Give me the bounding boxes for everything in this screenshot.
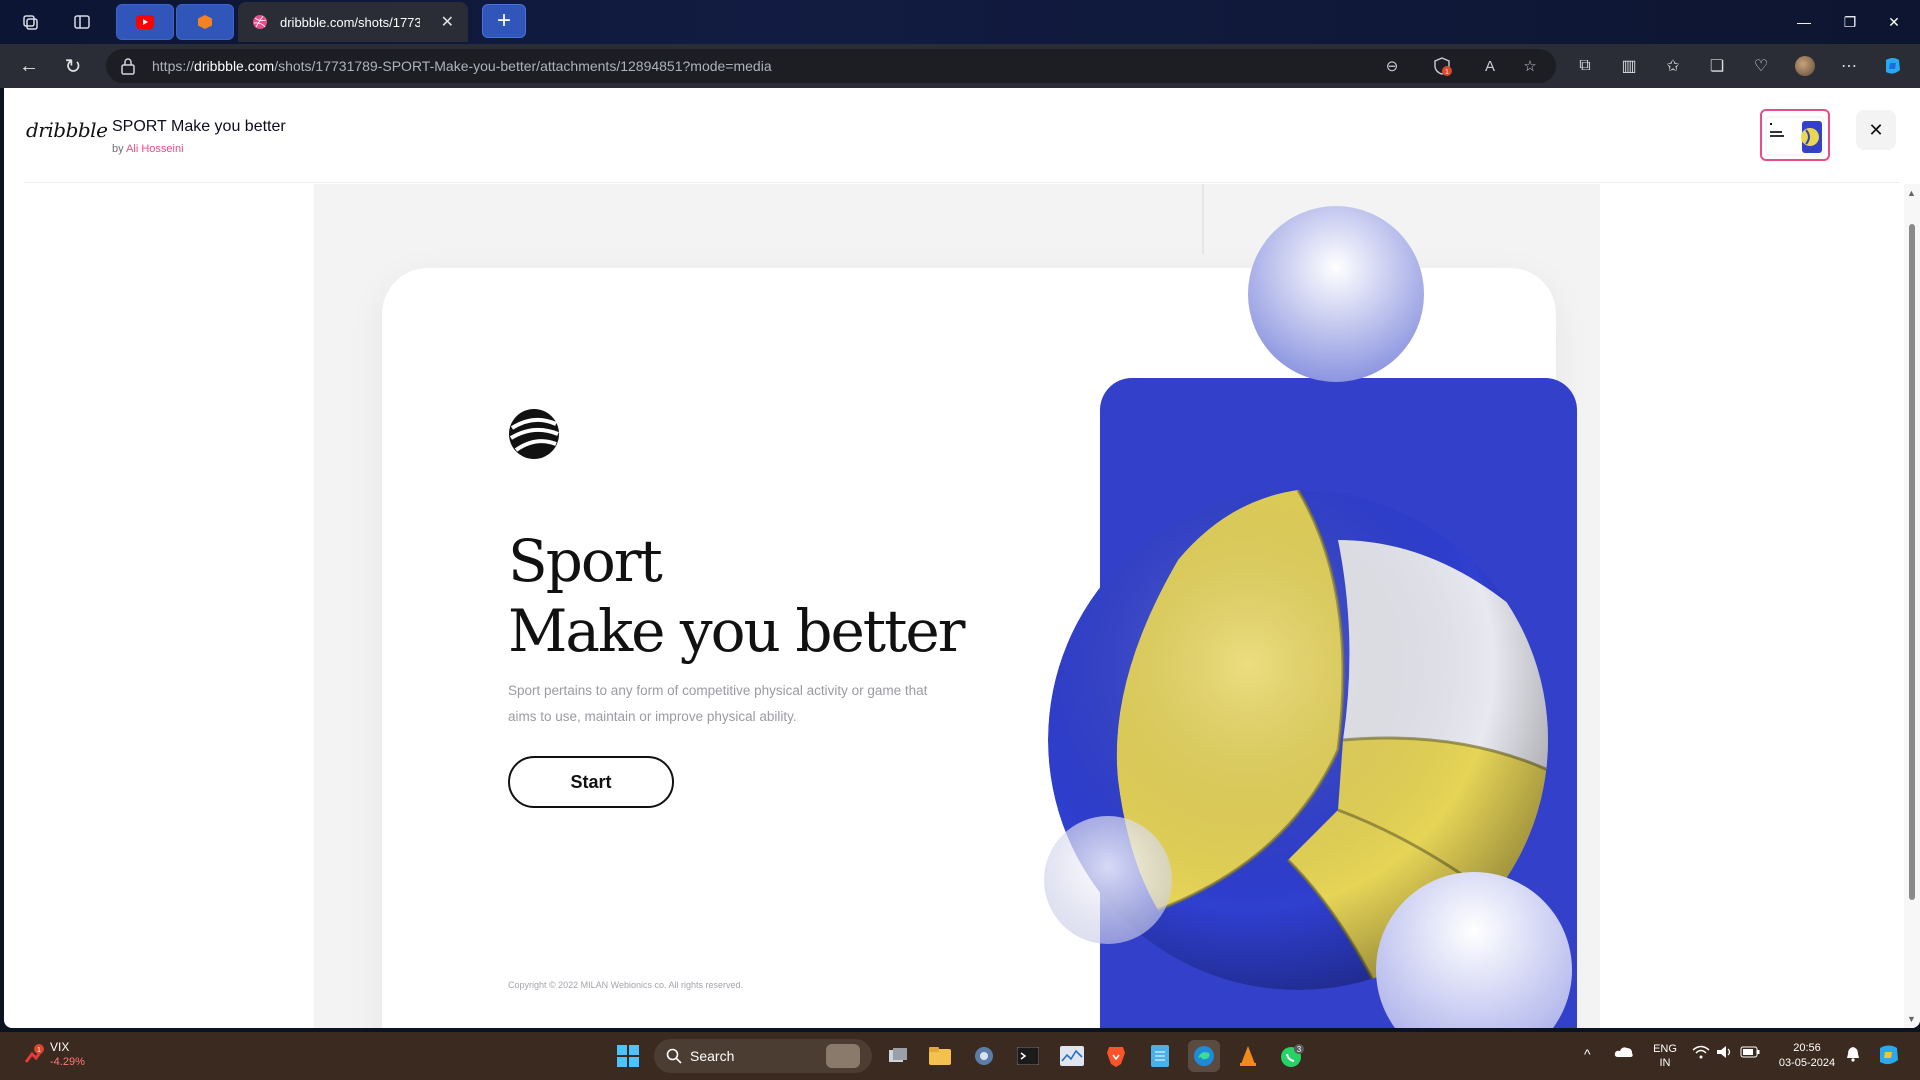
copilot-taskbar-icon[interactable] bbox=[1876, 1042, 1902, 1071]
shot-byline: by Ali Hosseini bbox=[112, 143, 184, 155]
hero-description: Sport pertains to any form of competitiv… bbox=[508, 683, 928, 724]
favorite-star-icon[interactable]: ☆ bbox=[1520, 56, 1540, 76]
battery-icon[interactable] bbox=[1740, 1046, 1760, 1061]
tab-actions-icon[interactable] bbox=[70, 10, 94, 34]
sport-brand-logo bbox=[509, 409, 559, 459]
by-label: by bbox=[112, 143, 124, 155]
dribbble-icon bbox=[253, 15, 267, 29]
close-shot-button[interactable]: ✕ bbox=[1856, 110, 1896, 150]
back-button[interactable]: ← bbox=[16, 53, 42, 79]
search-highlight-icon bbox=[826, 1044, 860, 1068]
split-screen-icon[interactable]: ▥ bbox=[1618, 55, 1640, 77]
url-text: https://dribbble.com/shots/17731789-SPOR… bbox=[152, 58, 772, 74]
notifications-bell-icon[interactable] bbox=[1846, 1046, 1860, 1065]
close-window-button[interactable]: ✕ bbox=[1874, 8, 1914, 36]
browser-toolbar: ← ↻ https://dribbble.com/shots/17731789-… bbox=[0, 44, 1920, 88]
dribbble-logo[interactable]: dribbble bbox=[26, 118, 108, 142]
tab-dribbble[interactable]: dribbble.com/shots/17731 ✕ bbox=[238, 2, 468, 42]
scroll-thumb[interactable] bbox=[1909, 224, 1915, 900]
browser-essentials-icon[interactable]: ♡ bbox=[1750, 55, 1772, 77]
headline-line-1: Sport bbox=[508, 527, 663, 595]
orange-cube-icon bbox=[198, 15, 212, 29]
shot-artwork: Sport Make you better Sport pertains to … bbox=[314, 184, 1600, 1028]
svg-text:3: 3 bbox=[1297, 1045, 1302, 1054]
scroll-up-arrow[interactable]: ▲ bbox=[1907, 188, 1916, 198]
settings-app-icon[interactable] bbox=[968, 1040, 1000, 1072]
tab-close-icon[interactable]: ✕ bbox=[441, 12, 454, 32]
vlc-icon[interactable] bbox=[1232, 1040, 1264, 1072]
hero-headline: Sport Make you better bbox=[508, 526, 965, 666]
svg-text:1: 1 bbox=[37, 1047, 41, 1054]
show-hidden-icons[interactable]: ^ bbox=[1584, 1046, 1591, 1062]
favorites-icon[interactable]: ✩ bbox=[1662, 55, 1684, 77]
header-divider bbox=[24, 182, 1900, 183]
file-explorer-icon[interactable] bbox=[924, 1040, 956, 1072]
tab-pinned-app[interactable] bbox=[176, 4, 234, 40]
start-button[interactable]: Start bbox=[508, 756, 674, 808]
page-viewport: dribbble SPORT Make you better by Ali Ho… bbox=[4, 88, 1920, 1028]
onedrive-icon[interactable] bbox=[1614, 1044, 1634, 1061]
wifi-icon[interactable] bbox=[1692, 1045, 1710, 1062]
windows-taskbar: 1 VIX -4.29% Search 3 ^ ENG IN 20:56 03-0… bbox=[0, 1032, 1920, 1080]
search-icon bbox=[666, 1048, 682, 1064]
workspaces-icon[interactable] bbox=[18, 10, 42, 34]
notepad-icon[interactable] bbox=[1144, 1040, 1176, 1072]
profile-avatar[interactable] bbox=[1794, 55, 1816, 77]
read-aloud-icon[interactable]: A bbox=[1480, 56, 1500, 76]
new-tab-button[interactable]: + bbox=[482, 4, 526, 38]
stock-widget-icon: 1 bbox=[24, 1044, 44, 1063]
minimize-button[interactable]: — bbox=[1784, 8, 1824, 36]
tab-title: dribbble.com/shots/17731 bbox=[280, 14, 420, 30]
svg-text:1: 1 bbox=[1445, 69, 1449, 76]
taskbar-search[interactable]: Search bbox=[654, 1039, 872, 1073]
refresh-button[interactable]: ↻ bbox=[60, 53, 86, 79]
terminal-icon[interactable] bbox=[1012, 1040, 1044, 1072]
clock-time: 20:56 bbox=[1793, 1042, 1821, 1054]
clock-date: 03-05-2024 bbox=[1778, 1057, 1836, 1069]
attachment-thumbnail[interactable] bbox=[1760, 109, 1830, 161]
tracking-prevention-icon[interactable]: 1 bbox=[1432, 56, 1452, 76]
vertical-scrollbar[interactable]: ▲ ▼ bbox=[1904, 184, 1920, 1028]
background-wall-edge bbox=[1202, 184, 1204, 254]
start-button[interactable] bbox=[612, 1040, 644, 1072]
clock[interactable]: 20:56 03-05-2024 bbox=[1772, 1041, 1842, 1071]
extensions-icon[interactable]: ⧉ bbox=[1574, 55, 1596, 77]
lock-icon bbox=[121, 58, 135, 75]
performance-monitor-icon[interactable] bbox=[1056, 1040, 1088, 1072]
whatsapp-icon[interactable]: 3 bbox=[1276, 1040, 1308, 1072]
address-bar[interactable]: https://dribbble.com/shots/17731789-SPOR… bbox=[106, 49, 1556, 83]
decorative-sphere-bottom bbox=[1376, 872, 1572, 1028]
headline-line-2: Make you better bbox=[508, 597, 965, 665]
brave-browser-icon[interactable] bbox=[1100, 1040, 1132, 1072]
restore-button[interactable]: ❐ bbox=[1830, 8, 1870, 36]
ticker-change: -4.29% bbox=[50, 1056, 85, 1068]
copilot-icon[interactable] bbox=[1882, 55, 1904, 77]
volume-icon[interactable] bbox=[1716, 1045, 1734, 1062]
tab-youtube[interactable] bbox=[116, 4, 174, 40]
zoom-out-icon[interactable]: ⊖ bbox=[1382, 56, 1402, 76]
scroll-down-arrow[interactable]: ▼ bbox=[1907, 1014, 1916, 1024]
browser-tab-strip: dribbble.com/shots/17731 ✕ + — ❐ ✕ bbox=[0, 0, 1920, 44]
copyright-text: Copyright © 2022 MILAN Webionics co. All… bbox=[508, 980, 744, 990]
decorative-sphere-top bbox=[1248, 206, 1424, 382]
task-view-icon[interactable] bbox=[882, 1040, 914, 1072]
youtube-icon bbox=[136, 15, 154, 29]
edge-browser-icon[interactable] bbox=[1188, 1040, 1220, 1072]
windows-logo-icon bbox=[617, 1045, 639, 1067]
ticker-name: VIX bbox=[50, 1040, 70, 1054]
author-link[interactable]: Ali Hosseini bbox=[126, 143, 183, 155]
more-menu-icon[interactable]: ⋯ bbox=[1838, 55, 1860, 77]
search-label: Search bbox=[690, 1048, 735, 1064]
shot-title: SPORT Make you better bbox=[112, 118, 286, 135]
language-indicator[interactable]: ENG IN bbox=[1650, 1042, 1680, 1070]
shot-header: dribbble SPORT Make you better by Ali Ho… bbox=[4, 88, 1920, 182]
collections-icon[interactable]: ❏ bbox=[1706, 55, 1728, 77]
